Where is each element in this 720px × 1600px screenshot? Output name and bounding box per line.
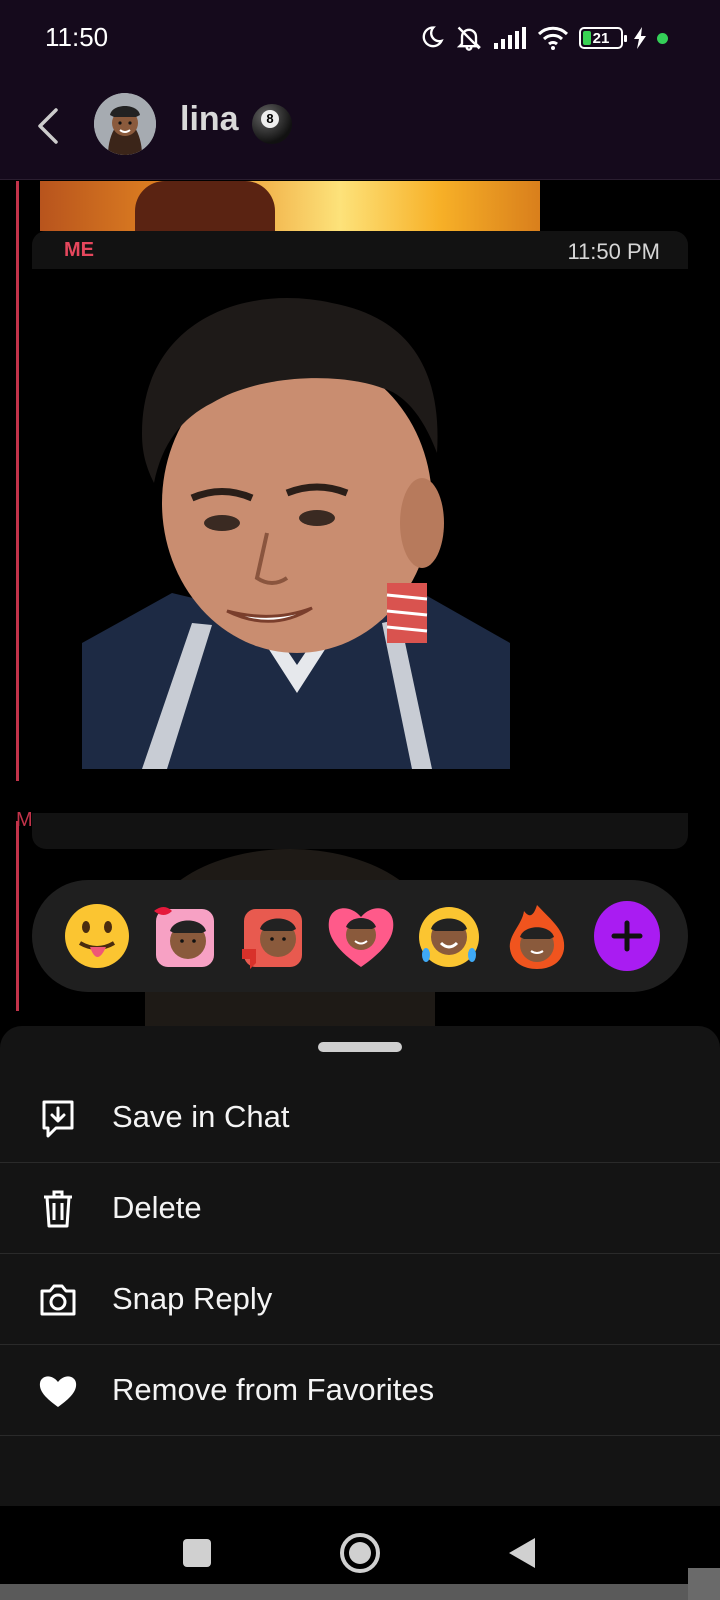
home-button[interactable] xyxy=(335,1528,385,1578)
status-icons: 21 xyxy=(417,22,668,54)
signal-icon xyxy=(493,26,527,50)
status-time: 11:50 xyxy=(45,22,109,52)
message-sender: ME xyxy=(64,239,94,261)
message-time: 11:50 PM xyxy=(567,239,660,264)
message-header: ME 11:50 PM xyxy=(32,231,688,269)
moon-icon xyxy=(417,24,445,52)
sheet-handle[interactable] xyxy=(318,1042,402,1052)
menu-item-label: Delete xyxy=(112,1190,202,1225)
menu-item-snap-reply[interactable]: Snap Reply xyxy=(0,1254,720,1345)
nav-back-button[interactable] xyxy=(497,1528,547,1578)
menu-item-delete[interactable]: Delete xyxy=(0,1163,720,1254)
action-menu: Save in Chat Delete Snap Reply Remove fr… xyxy=(0,1072,720,1436)
tongue-emoji-reaction[interactable] xyxy=(60,899,134,973)
menu-item-label: Snap Reply xyxy=(112,1281,273,1316)
sunset-image[interactable] xyxy=(40,181,540,231)
green-dot-icon xyxy=(657,32,668,44)
battery-cap xyxy=(624,35,627,42)
menu-item-remove-from-favorites[interactable]: Remove from Favorites xyxy=(0,1345,720,1436)
menu-item-label: Save in Chat xyxy=(112,1099,290,1134)
heart-icon xyxy=(38,1371,78,1411)
back-triangle-icon xyxy=(509,1538,535,1568)
home-circle-icon xyxy=(340,1533,380,1573)
charging-icon xyxy=(633,27,647,49)
bottom-strip-corner xyxy=(688,1568,720,1600)
bitmoji-thumbs-down-reaction[interactable] xyxy=(236,899,310,973)
trash-icon xyxy=(38,1189,78,1229)
message-side-line xyxy=(16,821,19,1011)
save-in-chat-icon xyxy=(38,1098,78,1138)
eightball-icon: 8 xyxy=(252,104,292,144)
bitmoji-fire-reaction[interactable] xyxy=(500,899,574,973)
bitmoji-heart-reaction[interactable] xyxy=(324,899,398,973)
recents-button[interactable] xyxy=(172,1528,222,1578)
add-reaction-button[interactable] xyxy=(594,901,660,971)
message-sender-initial: M xyxy=(16,809,33,831)
menu-item-label: Remove from Favorites xyxy=(112,1372,435,1407)
avatar[interactable] xyxy=(94,93,156,155)
action-sheet: Save in Chat Delete Snap Reply Remove fr… xyxy=(0,1026,720,1506)
camera-icon xyxy=(38,1280,78,1320)
reaction-bar xyxy=(32,880,688,992)
recents-square-icon xyxy=(183,1539,211,1567)
sticker-image[interactable] xyxy=(82,293,510,769)
back-button[interactable] xyxy=(30,102,66,150)
plus-icon xyxy=(611,920,643,952)
battery-level: 21 xyxy=(592,30,610,47)
status-bar: 11:50 21 xyxy=(0,0,720,80)
bell-off-icon xyxy=(455,24,483,52)
bottom-strip xyxy=(0,1584,720,1600)
contact-name[interactable]: lina xyxy=(180,100,239,139)
back-chevron-icon xyxy=(38,108,58,144)
sunset-figure xyxy=(135,181,275,231)
eightball-label: 8 xyxy=(261,110,279,128)
bitmoji-kiss-reaction[interactable] xyxy=(148,899,222,973)
message-footer xyxy=(32,813,688,849)
battery-icon: 21 xyxy=(579,27,627,49)
bitmoji-laughing-reaction[interactable] xyxy=(412,899,486,973)
menu-item-save-in-chat[interactable]: Save in Chat xyxy=(0,1072,720,1163)
chat-header: lina 8 xyxy=(0,80,720,180)
wifi-icon xyxy=(537,25,569,51)
message-side-line xyxy=(16,181,19,781)
